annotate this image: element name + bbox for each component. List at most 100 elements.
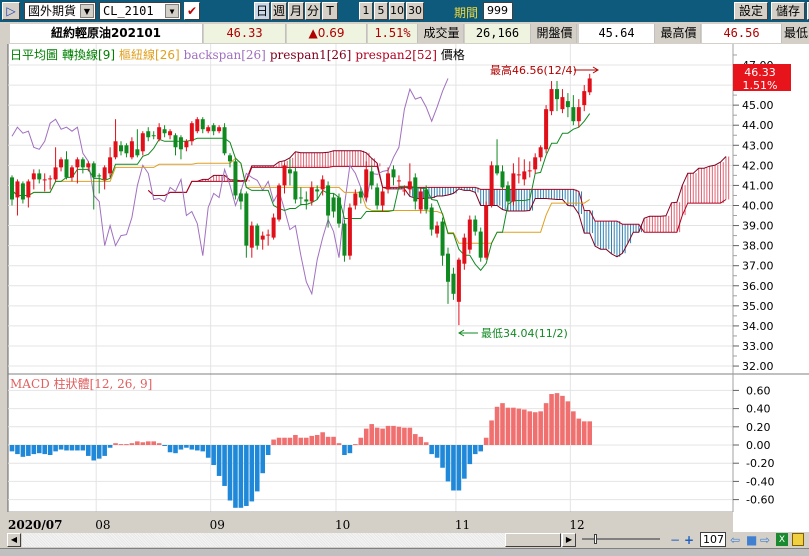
candle-down xyxy=(342,223,347,256)
macd-bar xyxy=(538,411,543,445)
candle-up xyxy=(53,167,58,180)
macd-bar xyxy=(336,443,342,445)
candle-down xyxy=(555,89,559,100)
macd-bar xyxy=(478,445,483,452)
scroll-left-button[interactable]: ◀ xyxy=(7,533,21,547)
high-annotation: 最高46.56(12/4) xyxy=(490,63,577,77)
macd-bar xyxy=(532,412,538,445)
legend-item: 價格 xyxy=(440,48,465,62)
zoom-in-icon[interactable]: + xyxy=(684,533,694,547)
candle-up xyxy=(157,127,162,140)
candle-down xyxy=(500,171,505,188)
legend-item: 日平均圖 xyxy=(10,48,59,62)
candle-down xyxy=(337,197,341,224)
y-tick-label: 43.00 xyxy=(742,139,774,152)
legend-item: 轉換線[9] xyxy=(62,48,116,62)
candle-up xyxy=(309,187,314,202)
macd-bar xyxy=(167,445,173,453)
macd-bar xyxy=(47,445,53,456)
candle-down xyxy=(326,185,331,216)
candle-up xyxy=(353,193,358,206)
macd-title: MACD 柱狀體[12, 26, 9] xyxy=(10,377,153,391)
scrollbar-thumb[interactable] xyxy=(505,533,561,547)
macd-bar xyxy=(69,445,75,451)
zoom-slider-handle[interactable] xyxy=(594,534,597,544)
scroll-right-button[interactable]: ▶ xyxy=(562,533,576,547)
macd-y-tick-label: 0.40 xyxy=(746,403,771,416)
candle-up xyxy=(560,97,565,110)
candle-up xyxy=(266,234,271,236)
candle-down xyxy=(495,165,500,174)
candle-down xyxy=(505,185,510,202)
candle-up xyxy=(489,165,494,206)
bar-count-input[interactable]: 107 xyxy=(700,532,726,547)
macd-bar xyxy=(434,445,440,458)
candle-up xyxy=(260,235,265,240)
macd-bar xyxy=(58,445,64,450)
save-file-icon[interactable] xyxy=(792,533,804,546)
macd-bar xyxy=(440,445,445,468)
chart-area[interactable]: 47.0046.0045.0044.0043.0042.0041.0040.00… xyxy=(0,44,809,532)
macd-bar xyxy=(276,437,282,445)
candle-down xyxy=(97,175,102,177)
arrow-left-icon[interactable]: ⇦ xyxy=(730,533,740,547)
macd-bar xyxy=(380,428,385,445)
candle-down xyxy=(298,197,303,199)
chart-canvas[interactable]: 47.0046.0045.0044.0043.0042.0041.0040.00… xyxy=(0,0,809,556)
macd-bar xyxy=(162,445,167,446)
macd-bar xyxy=(314,434,320,445)
macd-bar xyxy=(342,445,347,456)
candle-up xyxy=(462,237,467,264)
macd-bar xyxy=(456,445,462,491)
legend-item: prespan1[26] xyxy=(269,48,352,62)
y-tick-label: 36.00 xyxy=(742,280,774,293)
candle-up xyxy=(26,181,31,198)
macd-bar xyxy=(576,418,582,445)
candle-down xyxy=(233,161,238,196)
macd-bar xyxy=(200,445,206,452)
macd-bar xyxy=(472,445,478,455)
macd-bar xyxy=(494,406,500,445)
candle-up xyxy=(435,225,440,234)
macd-bar xyxy=(483,437,489,445)
candle-down xyxy=(565,101,570,108)
candle-up xyxy=(31,173,36,180)
arrow-right-icon[interactable]: ⇨ xyxy=(760,533,770,547)
candle-down xyxy=(287,169,292,174)
candle-down xyxy=(369,171,374,186)
macd-bar xyxy=(135,441,140,445)
macd-bar xyxy=(571,411,576,445)
macd-y-tick-label: 0.00 xyxy=(746,439,771,452)
legend-item: prespan2[52] xyxy=(355,48,437,62)
candle-down xyxy=(375,187,380,206)
zoom-out-icon[interactable]: − xyxy=(670,533,680,547)
macd-bar xyxy=(151,441,156,445)
excel-export-icon[interactable]: X xyxy=(776,533,788,546)
stop-icon[interactable]: ■ xyxy=(746,533,757,547)
macd-bar xyxy=(260,445,265,474)
macd-bar xyxy=(189,445,195,450)
candle-down xyxy=(91,163,96,178)
y-tick-label: 33.00 xyxy=(742,340,774,353)
macd-bar xyxy=(543,403,549,445)
scrollbar-track[interactable] xyxy=(22,533,576,547)
candle-down xyxy=(80,159,85,168)
candle-down xyxy=(244,193,249,246)
x-tick-label: 10 xyxy=(335,518,351,532)
macd-bar xyxy=(140,442,146,445)
macd-bar xyxy=(587,421,592,445)
y-tick-label: 42.00 xyxy=(742,159,774,172)
candle-down xyxy=(151,135,156,137)
candle-down xyxy=(119,145,123,152)
candle-down xyxy=(358,191,363,198)
macd-bar xyxy=(287,437,293,445)
candle-up xyxy=(320,179,325,190)
left-border xyxy=(0,44,8,532)
macd-bar xyxy=(271,439,276,445)
y-tick-label: 44.00 xyxy=(742,119,774,132)
macd-bar xyxy=(282,437,287,445)
macd-bar xyxy=(467,445,473,465)
candle-up xyxy=(140,133,145,152)
candle-down xyxy=(446,253,450,282)
macd-bar xyxy=(96,445,102,459)
